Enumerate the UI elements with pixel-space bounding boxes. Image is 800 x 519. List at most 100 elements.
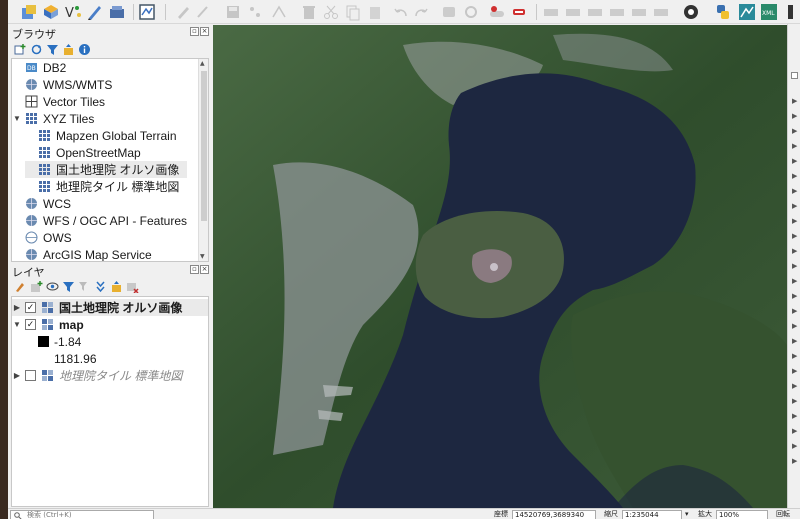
database-icon[interactable] <box>108 3 126 21</box>
db2-icon: DB <box>25 61 38 74</box>
style-icon[interactable] <box>14 280 27 293</box>
xyz-tile-icon <box>38 146 51 159</box>
raster-layer-icon <box>41 369 54 382</box>
browser-item-ows[interactable]: OWS <box>12 229 72 246</box>
layer-visibility-checkbox[interactable]: ✓ <box>25 319 36 330</box>
add-vector-icon[interactable]: V <box>64 3 82 21</box>
overflow-icon[interactable] <box>786 3 800 21</box>
layer-gsi-ortho[interactable]: ▶ ✓ 国土地理院 オルソ画像 <box>12 299 208 316</box>
browser-panel: ブラウザ ▫ × DB DB2 WMS/WMTS Vector Tiles ▼ X… <box>8 24 212 262</box>
add-point-icon[interactable] <box>246 3 264 21</box>
browser-toolbar <box>14 41 91 57</box>
globe-icon <box>25 248 38 261</box>
browser-item-arcgis[interactable]: ArcGIS Map Service <box>12 246 152 261</box>
measure-icon[interactable] <box>510 3 528 21</box>
layer-map[interactable]: ▼ ✓ map <box>12 316 84 333</box>
digitize-shape-icon[interactable] <box>440 3 458 21</box>
visibility-icon[interactable] <box>46 280 59 293</box>
processing-icon[interactable] <box>738 3 756 21</box>
float-panel-icon[interactable]: ▫ <box>190 265 199 274</box>
xml-icon[interactable]: XML <box>760 3 778 21</box>
undo-icon[interactable] <box>392 3 410 21</box>
magnifier-field[interactable]: 100% <box>716 510 768 519</box>
python-icon[interactable] <box>714 3 732 21</box>
map-canvas[interactable] <box>213 25 787 508</box>
browser-item-wfs[interactable]: WFS / OGC API - Features <box>12 212 187 229</box>
copy-icon[interactable] <box>344 3 362 21</box>
raster-layer-icon <box>41 301 54 314</box>
svg-text:XML: XML <box>762 10 775 17</box>
browser-item-openstreetmap[interactable]: OpenStreetMap <box>25 144 141 161</box>
raster-layer-icon <box>41 318 54 331</box>
layer-gsi-standard[interactable]: ▶ 地理院タイル 標準地図 <box>12 367 182 384</box>
cut-icon[interactable] <box>322 3 340 21</box>
layout-icon[interactable] <box>138 3 156 21</box>
vertex-tool-icon[interactable] <box>270 3 288 21</box>
close-panel-icon[interactable]: × <box>200 27 209 36</box>
save-edits-icon[interactable] <box>224 3 242 21</box>
browser-item-mapzen[interactable]: Mapzen Global Terrain <box>25 127 177 144</box>
panel-checkbox[interactable] <box>791 72 798 79</box>
remove-layer-icon[interactable] <box>126 280 139 293</box>
filter-expression-icon[interactable] <box>78 280 91 293</box>
search-input[interactable]: 検索 (Ctrl+K) <box>10 510 154 519</box>
chevron-right-icon[interactable]: ▶ <box>12 371 22 380</box>
panel-expand-arrows[interactable]: ▶ ▶ ▶ ▶ ▶ ▶ ▶ ▶ ▶ ▶ ▶ ▶ ▶ ▶ ▶ ▶ ▶ ▶ ▶ ▶ ▶ ▶ ▶ ▶ ▶ <box>792 94 797 469</box>
browser-item-db2[interactable]: DB DB2 <box>12 59 205 76</box>
collapse-all-icon[interactable] <box>110 280 123 293</box>
chevron-right-icon[interactable]: ▶ <box>12 303 22 312</box>
label-tool-icon[interactable] <box>542 3 560 21</box>
chevron-down-icon[interactable]: ▼ <box>12 114 22 123</box>
browser-item-wcs[interactable]: WCS <box>12 195 71 212</box>
layer-visibility-checkbox[interactable]: ✓ <box>25 302 36 313</box>
filter-icon[interactable] <box>62 280 75 293</box>
plugin-icon[interactable] <box>682 3 700 21</box>
add-vector-layer-icon[interactable] <box>20 3 38 21</box>
layers-toolbar <box>14 278 139 294</box>
status-bar: 検索 (Ctrl+K) 座標 14520769,3689340 縮尺 1:235… <box>8 508 800 519</box>
search-placeholder: 検索 (Ctrl+K) <box>27 511 72 519</box>
browser-item-gsi-ortho[interactable]: 国土地理院 オルソ画像 <box>25 161 188 178</box>
digitize-icon[interactable] <box>86 3 104 21</box>
delete-icon[interactable] <box>300 3 318 21</box>
filter-icon[interactable] <box>46 43 59 56</box>
layer-label: 地理院タイル 標準地図 <box>59 369 183 383</box>
browser-item-wms[interactable]: WMS/WMTS <box>12 76 112 93</box>
float-panel-icon[interactable]: ▫ <box>190 27 199 36</box>
window-edge <box>0 0 8 519</box>
browser-scrollbar[interactable]: ▲ ▼ <box>198 59 208 261</box>
close-panel-icon[interactable]: × <box>200 265 209 274</box>
expand-all-icon[interactable] <box>94 280 107 293</box>
svg-text:DB: DB <box>27 65 36 72</box>
label-pin-icon[interactable] <box>564 3 582 21</box>
redo-icon[interactable] <box>412 3 430 21</box>
rotate-icon[interactable] <box>462 3 480 21</box>
chevron-down-icon[interactable]: ▼ <box>12 320 22 329</box>
add-group-icon[interactable] <box>30 280 43 293</box>
refresh-icon[interactable] <box>30 43 43 56</box>
collapse-all-icon[interactable] <box>62 43 75 56</box>
add-raster-icon[interactable] <box>42 3 60 21</box>
browser-item-vector-tiles[interactable]: Vector Tiles <box>12 93 105 110</box>
browser-item-label: OWS <box>43 230 72 245</box>
browser-item-label: XYZ Tiles <box>43 111 95 126</box>
layer-visibility-checkbox[interactable] <box>25 370 36 381</box>
edit-toggle-icon[interactable] <box>194 3 212 21</box>
label-rotate-icon[interactable] <box>630 3 648 21</box>
coordinate-field[interactable]: 14520769,3689340 <box>512 510 596 519</box>
layers-panel: レイヤ ▫ × ▶ ✓ 国土地理院 オルソ画像 ▼ ✓ map -1.84 118… <box>8 262 212 508</box>
browser-item-label: Mapzen Global Terrain <box>56 128 177 143</box>
edit-pencil-icon[interactable] <box>174 3 192 21</box>
browser-item-gsi-standard[interactable]: 地理院タイル 標準地図 <box>25 178 179 195</box>
label-change-icon[interactable] <box>652 3 670 21</box>
paste-icon[interactable] <box>366 3 384 21</box>
info-icon[interactable] <box>78 43 91 56</box>
identify-icon[interactable] <box>488 3 506 21</box>
right-side-panel: ▶ ▶ ▶ ▶ ▶ ▶ ▶ ▶ ▶ ▶ ▶ ▶ ▶ ▶ ▶ ▶ ▶ ▶ ▶ ▶ ▶ ▶ ▶ ▶ ▶ <box>787 24 800 508</box>
label-move-icon[interactable] <box>608 3 626 21</box>
browser-item-xyz-tiles[interactable]: ▼ XYZ Tiles <box>12 110 94 127</box>
add-layer-icon[interactable] <box>14 43 27 56</box>
lock-icon[interactable]: ▾ <box>685 510 689 519</box>
label-show-icon[interactable] <box>586 3 604 21</box>
scale-field[interactable]: 1:235044 <box>622 510 682 519</box>
